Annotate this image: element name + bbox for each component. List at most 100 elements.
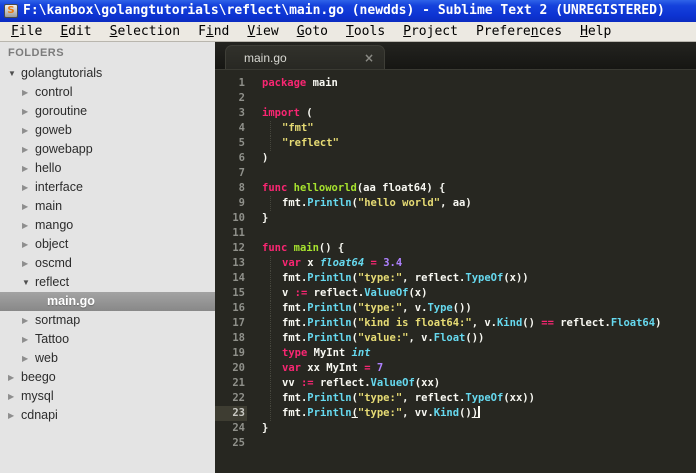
code-line-text: v := reflect.ValueOf(x)	[262, 286, 427, 301]
code-line-text: var xx MyInt = 7	[262, 361, 383, 376]
menu-file[interactable]: File	[2, 22, 51, 42]
menu-find[interactable]: Find	[189, 22, 238, 42]
menu-edit[interactable]: Edit	[51, 22, 100, 42]
editor-pane: main.go × 1 package main 2 3 import (4 "fmt" 5…	[215, 42, 696, 473]
sidebar-item-mango[interactable]: ▶ mango	[0, 216, 215, 235]
disclosure-triangle-icon[interactable]: ▶	[22, 254, 35, 273]
disclosure-triangle-icon[interactable]: ▶	[8, 387, 21, 406]
code-line[interactable]: 5 "reflect"	[215, 136, 696, 151]
tab-close-icon[interactable]: ×	[364, 51, 374, 65]
code-line-text: func main() {	[262, 242, 345, 254]
code-line[interactable]: 8 func helloworld(aa float64) {	[215, 181, 696, 196]
code-line-text: package main	[262, 77, 338, 89]
disclosure-triangle-icon[interactable]: ▶	[8, 368, 21, 387]
sidebar-item-goroutine[interactable]: ▶ goroutine	[0, 102, 215, 121]
code-line[interactable]: 6)	[215, 151, 696, 166]
sublime-app-icon[interactable]: S	[4, 4, 18, 18]
disclosure-triangle-icon[interactable]: ▶	[22, 140, 35, 159]
tab-label: main.go	[244, 50, 287, 65]
code-line[interactable]: 25	[215, 436, 696, 451]
code-line[interactable]: 4 "fmt"	[215, 121, 696, 136]
indent-guide	[270, 301, 271, 316]
code-line-text: fmt.Println("type:", reflect.TypeOf(xx))	[262, 391, 535, 406]
code-line[interactable]: 10}	[215, 211, 696, 226]
disclosure-triangle-icon[interactable]: ▶	[22, 159, 35, 178]
code-line-text: }	[262, 212, 269, 224]
tree-item-label: web	[35, 351, 58, 365]
line-number: 1	[238, 77, 245, 89]
code-line[interactable]: 21 vv := reflect.ValueOf(xx)	[215, 376, 696, 391]
sidebar-item-interface[interactable]: ▶ interface	[0, 178, 215, 197]
disclosure-triangle-icon[interactable]: ▶	[22, 349, 35, 368]
code-line[interactable]: 22 fmt.Println("type:", reflect.TypeOf(xx…	[215, 391, 696, 406]
code-line[interactable]: 11	[215, 226, 696, 241]
menu-view[interactable]: View	[238, 22, 287, 42]
sidebar-item-main[interactable]: ▶ main	[0, 197, 215, 216]
sidebar-item-sortmap[interactable]: ▶ sortmap	[0, 311, 215, 330]
disclosure-triangle-icon[interactable]: ▶	[22, 178, 35, 197]
disclosure-triangle-icon[interactable]: ▶	[22, 83, 35, 102]
line-number: 9	[238, 197, 245, 209]
sidebar-item-control[interactable]: ▶ control	[0, 83, 215, 102]
sidebar-item-tattoo[interactable]: ▶ Tattoo	[0, 330, 215, 349]
line-number: 16	[232, 302, 245, 314]
sidebar-item-hello[interactable]: ▶ hello	[0, 159, 215, 178]
sidebar-item-object[interactable]: ▶ object	[0, 235, 215, 254]
sidebar-item-main-go[interactable]: main.go	[0, 292, 215, 311]
tab-main-go[interactable]: main.go ×	[225, 45, 385, 69]
code-line[interactable]: 9 fmt.Println("hello world", aa)	[215, 196, 696, 211]
code-line[interactable]: 24}	[215, 421, 696, 436]
sidebar-item-cdnapi[interactable]: ▶ cdnapi	[0, 406, 215, 425]
code-line[interactable]: 7	[215, 166, 696, 181]
code-line[interactable]: 14 fmt.Println("type:", reflect.TypeOf(x)…	[215, 271, 696, 286]
code-line[interactable]: 15 v := reflect.ValueOf(x)	[215, 286, 696, 301]
code-line[interactable]: 20 var xx MyInt = 7	[215, 361, 696, 376]
code-line[interactable]: 12 func main() {	[215, 241, 696, 256]
disclosure-triangle-icon[interactable]: ▶	[22, 330, 35, 349]
code-line-text: type MyInt int	[262, 346, 371, 361]
line-number: 8	[238, 182, 245, 194]
code-line[interactable]: 17 fmt.Println("kind is float64:", v.Kind…	[215, 316, 696, 331]
code-line[interactable]: 2	[215, 91, 696, 106]
line-number: 12	[232, 242, 245, 254]
sidebar-item-oscmd[interactable]: ▶ oscmd	[0, 254, 215, 273]
sidebar-item-gowebapp[interactable]: ▶ gowebapp	[0, 140, 215, 159]
code-line[interactable]: 16 fmt.Println("type:", v.Type())	[215, 301, 696, 316]
disclosure-triangle-icon[interactable]: ▶	[22, 121, 35, 140]
code-editor[interactable]: 1 package main 2 3 import (4 "fmt" 5 "reflect" 6…	[215, 70, 696, 473]
disclosure-triangle-icon[interactable]: ▼	[22, 273, 35, 292]
sidebar-item-beego[interactable]: ▶ beego	[0, 368, 215, 387]
sidebar-item-goweb[interactable]: ▶ goweb	[0, 121, 215, 140]
code-line-text: )	[262, 152, 269, 164]
line-number: 19	[232, 347, 245, 359]
code-line[interactable]: 1 package main	[215, 76, 696, 91]
disclosure-triangle-icon[interactable]: ▶	[22, 102, 35, 121]
code-line[interactable]: 3 import (	[215, 106, 696, 121]
menu-preferences[interactable]: Preferences	[467, 22, 571, 42]
sublime-window: S F:\kanbox\golangtutorials\reflect\main…	[0, 0, 696, 473]
sidebar-item-reflect[interactable]: ▼ reflect	[0, 273, 215, 292]
menu-selection[interactable]: Selection	[101, 22, 189, 42]
disclosure-triangle-icon[interactable]: ▶	[22, 216, 35, 235]
code-line[interactable]: 18 fmt.Println("value:", v.Float())	[215, 331, 696, 346]
menu-project[interactable]: Project	[394, 22, 467, 42]
sidebar-item-mysql[interactable]: ▶ mysql	[0, 387, 215, 406]
disclosure-triangle-icon[interactable]: ▼	[8, 64, 21, 83]
disclosure-triangle-icon[interactable]: ▶	[22, 235, 35, 254]
sidebar-item-golangtutorials[interactable]: ▼ golangtutorials	[0, 64, 215, 83]
menu-goto[interactable]: Goto	[288, 22, 337, 42]
line-number: 15	[232, 287, 245, 299]
code-line[interactable]: 23 fmt.Println("type:", vv.Kind())	[215, 406, 696, 421]
line-number: 11	[232, 227, 245, 239]
disclosure-triangle-icon[interactable]: ▶	[22, 311, 35, 330]
disclosure-triangle-icon[interactable]: ▶	[22, 197, 35, 216]
disclosure-triangle-icon[interactable]: ▶	[8, 406, 21, 425]
code-line[interactable]: 13 var x float64 = 3.4	[215, 256, 696, 271]
menu-tools[interactable]: Tools	[337, 22, 394, 42]
sidebar-item-web[interactable]: ▶ web	[0, 349, 215, 368]
menu-help[interactable]: Help	[571, 22, 620, 42]
indent-guide	[270, 391, 271, 406]
indent-guide	[270, 271, 271, 286]
code-line[interactable]: 19 type MyInt int	[215, 346, 696, 361]
line-number: 2	[238, 92, 245, 104]
